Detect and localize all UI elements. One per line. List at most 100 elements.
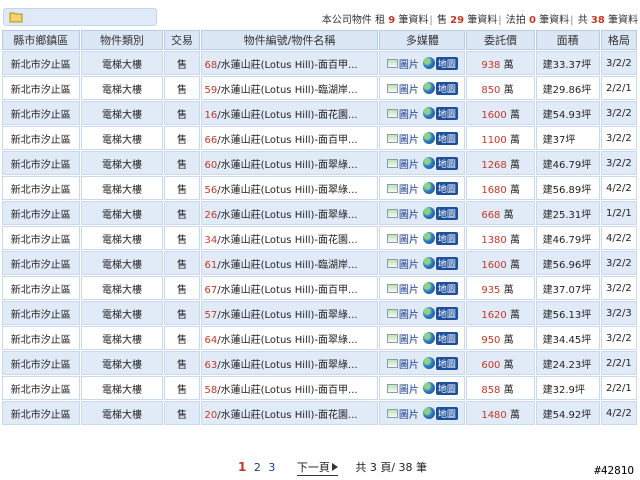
cell-listing-link[interactable]: 20/水蓮山莊(Lotus Hill)-面花園...	[200, 401, 379, 425]
price-unit: 萬	[509, 234, 520, 246]
map-link[interactable]: 地圖	[422, 106, 458, 120]
cell-listing-link[interactable]: 66/水蓮山莊(Lotus Hill)-面百甲...	[200, 126, 379, 150]
cell-listing-link[interactable]: 34/水蓮山莊(Lotus Hill)-面花園...	[200, 226, 379, 250]
cell-listing-link[interactable]: 60/水蓮山莊(Lotus Hill)-面翠綠...	[200, 151, 379, 175]
cell-listing-link[interactable]: 26/水蓮山莊(Lotus Hill)-面翠綠...	[200, 201, 379, 225]
map-link[interactable]: 地圖	[422, 381, 458, 395]
picture-link[interactable]: 圖片	[386, 331, 419, 346]
price-amount: 1620	[481, 309, 507, 321]
map-link[interactable]: 地圖	[422, 206, 458, 220]
picture-link[interactable]: 圖片	[386, 156, 419, 171]
map-link[interactable]: 地圖	[422, 406, 458, 420]
col-header-name[interactable]: 物件編號/物件名稱	[200, 30, 379, 50]
table-row[interactable]: 新北市汐止區 電梯大樓售 64/水蓮山莊(Lotus Hill)-面翠綠... 圖片地…	[2, 326, 637, 350]
picture-link[interactable]: 圖片	[386, 306, 419, 321]
next-arrow-icon	[331, 463, 338, 471]
picture-link[interactable]: 圖片	[386, 356, 419, 371]
map-link[interactable]: 地圖	[422, 256, 458, 270]
map-label: 地圖	[435, 206, 458, 220]
table-row[interactable]: 新北市汐止區 電梯大樓售 57/水蓮山莊(Lotus Hill)-面翠綠... 圖片地…	[2, 301, 637, 325]
page-link-2[interactable]: 2	[254, 461, 261, 474]
cell-region: 新北市汐止區	[2, 376, 80, 400]
picture-link[interactable]: 圖片	[386, 56, 419, 71]
map-link[interactable]: 地圖	[422, 231, 458, 245]
map-link[interactable]: 地圖	[422, 281, 458, 295]
price-amount: 1480	[481, 409, 507, 421]
sell-unit: 筆資料	[467, 15, 498, 26]
globe-icon	[422, 332, 435, 344]
map-link[interactable]: 地圖	[422, 306, 458, 320]
picture-label: 圖片	[398, 259, 419, 271]
table-row[interactable]: 新北市汐止區 電梯大樓售 16/水蓮山莊(Lotus Hill)-面花園... 圖片地…	[2, 101, 637, 125]
table-row[interactable]: 新北市汐止區 電梯大樓售 56/水蓮山莊(Lotus Hill)-面翠綠... 圖片地…	[2, 176, 637, 200]
table-row[interactable]: 新北市汐止區 電梯大樓售 20/水蓮山莊(Lotus Hill)-面花園... 圖片地…	[2, 401, 637, 425]
cell-listing-link[interactable]: 68/水蓮山莊(Lotus Hill)-面百甲...	[200, 51, 379, 75]
cell-listing-link[interactable]: 63/水蓮山莊(Lotus Hill)-面翠綠...	[200, 351, 379, 375]
map-link[interactable]: 地圖	[422, 56, 458, 70]
cell-price: 850 萬	[466, 76, 535, 100]
col-header-area[interactable]: 面積	[535, 30, 600, 50]
cell-listing-link[interactable]: 56/水蓮山莊(Lotus Hill)-面翠綠...	[200, 176, 379, 200]
map-link[interactable]: 地圖	[422, 356, 458, 370]
picture-link[interactable]: 圖片	[386, 206, 419, 221]
table-row[interactable]: 新北市汐止區 電梯大樓售 34/水蓮山莊(Lotus Hill)-面花園... 圖片地…	[2, 226, 637, 250]
table-row[interactable]: 新北市汐止區 電梯大樓售 61/水蓮山莊(Lotus Hill)-臨湖岸... 圖片地…	[2, 251, 637, 275]
cell-media: 圖片 地圖	[379, 301, 466, 325]
listing-name: /水蓮山莊(Lotus Hill)-面百甲...	[217, 59, 358, 71]
table-row[interactable]: 新北市汐止區 電梯大樓售 60/水蓮山莊(Lotus Hill)-面翠綠... 圖片地…	[2, 151, 637, 175]
listing-name: /水蓮山莊(Lotus Hill)-面百甲...	[217, 284, 358, 296]
cell-listing-link[interactable]: 64/水蓮山莊(Lotus Hill)-面翠綠...	[200, 326, 379, 350]
picture-link[interactable]: 圖片	[386, 231, 419, 246]
cell-trade: 售	[164, 401, 200, 425]
cell-region: 新北市汐止區	[2, 176, 80, 200]
page-link-3[interactable]: 3	[268, 461, 275, 474]
cell-media: 圖片 地圖	[379, 376, 466, 400]
picture-link[interactable]: 圖片	[386, 406, 419, 421]
col-header-category[interactable]: 物件類別	[80, 30, 164, 50]
next-page-button[interactable]: 下一頁	[296, 459, 338, 476]
map-link[interactable]: 地圖	[422, 331, 458, 345]
table-row[interactable]: 新北市汐止區 電梯大樓售 67/水蓮山莊(Lotus Hill)-面百甲... 圖片地…	[2, 276, 637, 300]
col-header-region[interactable]: 縣市鄉鎮區	[2, 30, 80, 50]
table-row[interactable]: 新北市汐止區 電梯大樓售 66/水蓮山莊(Lotus Hill)-面百甲... 圖片地…	[2, 126, 637, 150]
globe-icon	[422, 407, 435, 419]
next-page-label: 下一頁	[296, 461, 330, 474]
picture-link[interactable]: 圖片	[386, 81, 419, 96]
col-header-media[interactable]: 多媒體	[379, 30, 466, 50]
map-label: 地圖	[435, 281, 458, 295]
cell-layout: 3/2/2	[600, 251, 637, 275]
map-link[interactable]: 地圖	[422, 156, 458, 170]
picture-label: 圖片	[398, 359, 419, 371]
col-header-layout[interactable]: 格局	[600, 30, 637, 50]
map-label: 地圖	[435, 331, 458, 345]
picture-icon	[386, 358, 398, 368]
table-row[interactable]: 新北市汐止區 電梯大樓售 68/水蓮山莊(Lotus Hill)-面百甲... 圖片地…	[2, 51, 637, 75]
picture-link[interactable]: 圖片	[386, 256, 419, 271]
cell-listing-link[interactable]: 67/水蓮山莊(Lotus Hill)-面百甲...	[200, 276, 379, 300]
picture-link[interactable]: 圖片	[386, 381, 419, 396]
picture-link[interactable]: 圖片	[386, 106, 419, 121]
table-row[interactable]: 新北市汐止區 電梯大樓售 63/水蓮山莊(Lotus Hill)-面翠綠... 圖片地…	[2, 351, 637, 375]
cell-layout: 3/2/2	[600, 151, 637, 175]
table-row[interactable]: 新北市汐止區 電梯大樓售 59/水蓮山莊(Lotus Hill)-臨湖岸... 圖片地…	[2, 76, 637, 100]
picture-link[interactable]: 圖片	[386, 181, 419, 196]
cell-listing-link[interactable]: 16/水蓮山莊(Lotus Hill)-面花園...	[200, 101, 379, 125]
cell-listing-link[interactable]: 58/水蓮山莊(Lotus Hill)-面百甲...	[200, 376, 379, 400]
map-link[interactable]: 地圖	[422, 81, 458, 95]
cell-price: 1600 萬	[466, 101, 535, 125]
col-header-price[interactable]: 委託價	[466, 30, 535, 50]
cell-listing-link[interactable]: 59/水蓮山莊(Lotus Hill)-臨湖岸...	[200, 76, 379, 100]
picture-link[interactable]: 圖片	[386, 131, 419, 146]
cell-listing-link[interactable]: 61/水蓮山莊(Lotus Hill)-臨湖岸...	[200, 251, 379, 275]
picture-link[interactable]: 圖片	[386, 281, 419, 296]
table-row[interactable]: 新北市汐止區 電梯大樓售 26/水蓮山莊(Lotus Hill)-面翠綠... 圖片地…	[2, 201, 637, 225]
cell-media: 圖片 地圖	[379, 326, 466, 350]
listing-id: 16	[204, 109, 218, 121]
folder-tab[interactable]	[3, 8, 157, 26]
map-link[interactable]: 地圖	[422, 181, 458, 195]
cell-listing-link[interactable]: 57/水蓮山莊(Lotus Hill)-面翠綠...	[200, 301, 379, 325]
cell-price: 950 萬	[466, 326, 535, 350]
table-row[interactable]: 新北市汐止區 電梯大樓售 58/水蓮山莊(Lotus Hill)-面百甲... 圖片地…	[2, 376, 637, 400]
map-link[interactable]: 地圖	[422, 131, 458, 145]
col-header-trade[interactable]: 交易	[164, 30, 200, 50]
